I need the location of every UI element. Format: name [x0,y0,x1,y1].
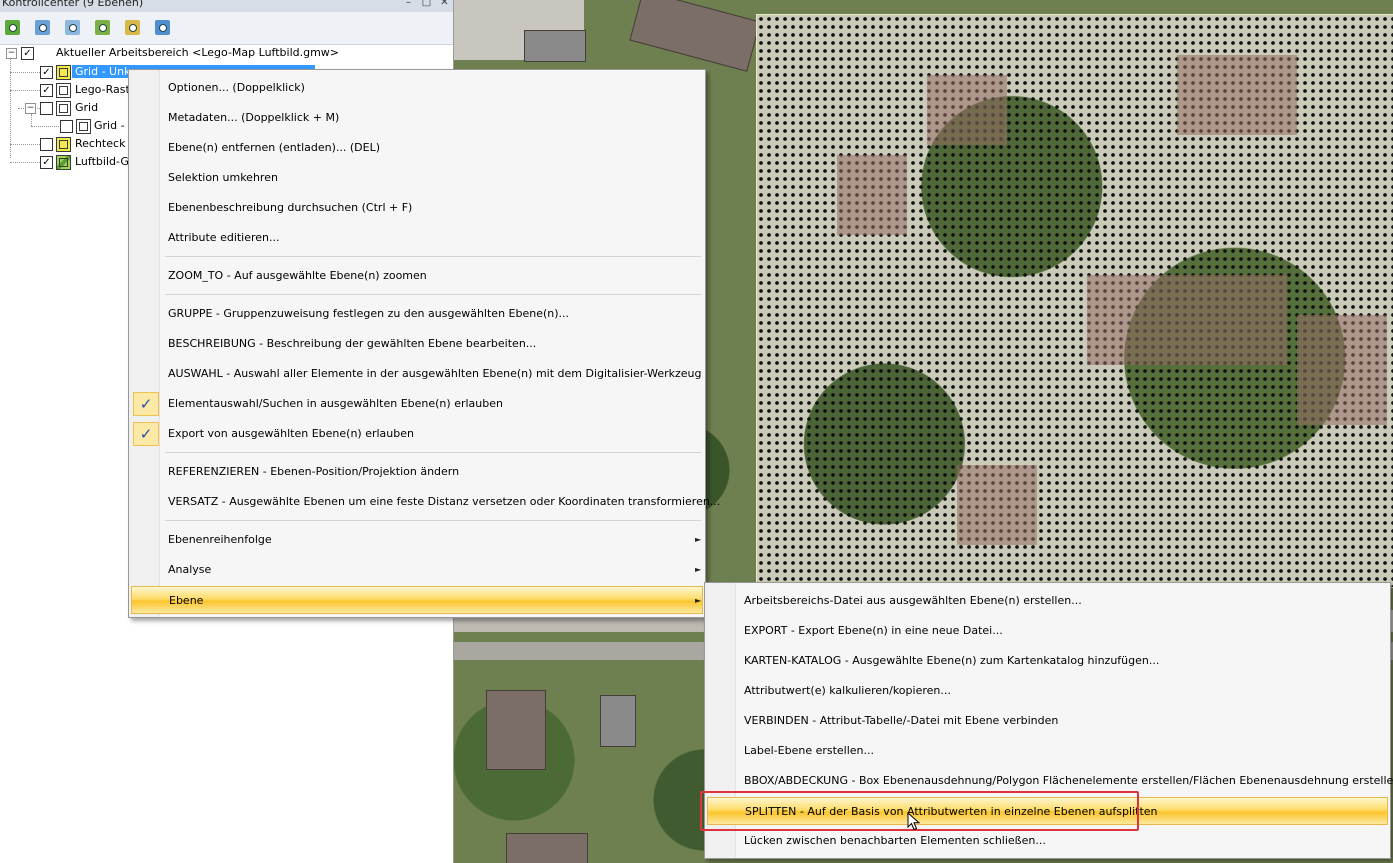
collapse-toggle[interactable]: − [25,103,36,114]
grid-layer-icon [56,65,71,80]
panel-title: Kontrollcenter (9 Ebenen) [2,0,144,9]
menu-item-search-description[interactable]: Ebenenbeschreibung durchsuchen (Ctrl + F… [131,194,701,222]
submenu-item-calc-attributes[interactable]: Attributwert(e) kalkulieren/kopieren... [707,677,1386,705]
rectangle-layer-icon [56,137,71,152]
submenu-item-export[interactable]: EXPORT - Export Ebene(n) in eine neue Da… [707,617,1386,645]
submenu-item-join[interactable]: VERBINDEN - Attribut-Tabelle/-Datei mit … [707,707,1386,735]
raster-layer-icon [56,83,71,98]
menu-item-remove-layers[interactable]: Ebene(n) entfernen (entladen)... (DEL) [131,134,701,162]
menu-item-options[interactable]: Optionen... (Doppelklick) [131,74,701,102]
check-icon: ✓ [133,422,159,446]
submenu-item-workspace-file[interactable]: Arbeitsbereichs-Datei aus ausgewählten E… [707,587,1386,615]
menu-item-layer[interactable]: Ebene ► [131,586,703,614]
menu-item-metadata[interactable]: Metadaten... (Doppelklick + M) [131,104,701,132]
layer-checkbox[interactable] [60,120,73,133]
close-button[interactable]: ✕ [439,0,450,8]
layer-label[interactable]: Grid - ( [94,119,132,132]
menu-item-zoom-to[interactable]: ZOOM_TO - Auf ausgewählte Ebene(n) zoome… [131,262,701,290]
context-menu: Optionen... (Doppelklick) Metadaten... (… [128,69,720,618]
layer-label[interactable]: Lego-Rast [75,83,130,96]
layer-checkbox[interactable] [40,102,53,115]
layer-label[interactable]: Luftbild-G [75,155,129,168]
collapse-toggle[interactable]: − [6,48,17,59]
submenu-arrow-icon: ► [695,596,702,605]
visibility-button[interactable] [152,17,174,39]
layer-group-button[interactable] [92,17,114,39]
menu-item-group[interactable]: GRUPPE - Gruppenzuweisung festlegen zu d… [131,300,701,328]
layer-group-icon [95,20,110,35]
remove-layer-icon [65,20,80,35]
group-layer-icon [56,101,71,116]
aerial-image-layer-icon [56,155,71,170]
workspace-label: Aktueller Arbeitsbereich <Lego-Map Luftb… [56,46,340,59]
submenu-arrow-icon: ► [695,535,702,544]
menu-item-allow-selection[interactable]: ✓ Elementauswahl/Suchen in ausgewählten … [131,390,701,418]
layer-checkbox[interactable] [40,138,53,151]
submenu-item-label-layer[interactable]: Label-Ebene erstellen... [707,737,1386,765]
layer-checkbox[interactable]: ✓ [40,156,53,169]
check-icon: ✓ [133,392,159,416]
visibility-eye-icon [155,20,170,35]
layer-list-button[interactable] [32,17,54,39]
menu-item-offset[interactable]: VERSATZ - Ausgewählte Ebenen um eine fes… [131,488,720,516]
menu-item-select-all[interactable]: AUSWAHL - Auswahl aller Elemente in der … [131,360,702,388]
zoom-layer-button[interactable] [2,17,24,39]
menu-item-allow-export[interactable]: ✓ Export von ausgewählten Ebene(n) erlau… [131,420,701,448]
tree-workspace-row[interactable]: − ✓ Aktueller Arbeitsbereich <Lego-Map L… [0,44,453,62]
layer-list-icon [35,20,50,35]
menu-item-analysis[interactable]: Analyse ► [131,556,701,584]
menu-item-edit-attributes[interactable]: Attribute editieren... [131,224,701,252]
zoom-layer-icon [5,20,20,35]
menu-item-layer-order[interactable]: Ebenenreihenfolge ► [131,526,701,554]
workspace-checkbox[interactable]: ✓ [21,47,34,60]
submenu-item-map-catalog[interactable]: KARTEN-KATALOG - Ausgewählte Ebene(n) zu… [707,647,1386,675]
submenu-arrow-icon: ► [695,565,702,574]
menu-item-description[interactable]: BESCHREIBUNG - Beschreibung der gewählte… [131,330,701,358]
submenu-item-close-gaps[interactable]: Lücken zwischen benachbarten Elementen s… [707,827,1386,855]
grid-layer-icon [76,119,91,134]
panel-toolbar [0,12,453,45]
layer-search-icon [125,20,140,35]
layer-checkbox[interactable]: ✓ [40,84,53,97]
minimize-button[interactable]: – [403,0,414,8]
menu-item-reference[interactable]: REFERENZIEREN - Ebenen-Position/Projekti… [131,458,701,486]
layer-checkbox[interactable]: ✓ [40,66,53,79]
layer-label[interactable]: Grid [75,101,98,114]
panel-titlebar: Kontrollcenter (9 Ebenen) – □ ✕ [0,0,453,12]
grid-overlay-layer[interactable] [756,14,1393,588]
maximize-button[interactable]: □ [421,0,432,8]
layer-label[interactable]: Rechteck [ [75,137,133,150]
remove-layer-button[interactable] [62,17,84,39]
menu-item-invert-selection[interactable]: Selektion umkehren [131,164,701,192]
layer-search-button[interactable] [122,17,144,39]
mouse-cursor-icon [907,812,921,831]
